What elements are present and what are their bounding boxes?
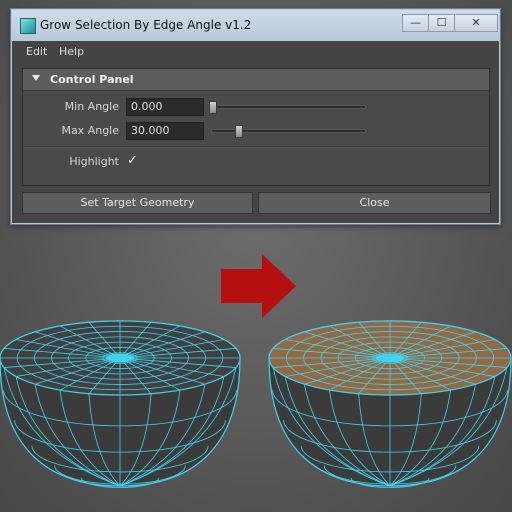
menu-edit[interactable]: Edit bbox=[26, 45, 47, 58]
highlight-checkbox[interactable]: ✓ bbox=[127, 154, 141, 168]
window-client-area: Edit Help Control Panel Min Angle 0.000 … bbox=[18, 41, 493, 217]
set-target-geometry-button[interactable]: Set Target Geometry bbox=[22, 192, 253, 214]
control-panel-header[interactable]: Control Panel bbox=[23, 69, 489, 91]
menu-bar: Edit Help bbox=[18, 41, 493, 63]
control-panel-title: Control Panel bbox=[50, 73, 134, 86]
close-button[interactable]: Close bbox=[258, 192, 491, 214]
max-angle-label: Max Angle bbox=[61, 124, 119, 137]
maya-app-icon bbox=[20, 18, 36, 34]
max-angle-field[interactable]: 30.000 bbox=[126, 122, 204, 140]
tool-window: Grow Selection By Edge Angle v1.2 — ☐ ✕ … bbox=[11, 9, 500, 224]
window-title: Grow Selection By Edge Angle v1.2 bbox=[40, 18, 252, 32]
min-angle-field[interactable]: 0.000 bbox=[126, 98, 204, 116]
arrow-right-icon bbox=[221, 254, 296, 318]
max-angle-slider-handle[interactable] bbox=[235, 125, 244, 138]
maximize-button[interactable]: ☐ bbox=[428, 14, 455, 32]
min-angle-label: Min Angle bbox=[64, 100, 119, 113]
collapse-triangle-icon[interactable] bbox=[32, 75, 40, 81]
minimize-button[interactable]: — bbox=[402, 14, 429, 32]
highlight-label: Highlight bbox=[69, 155, 119, 168]
control-panel-frame: Control Panel Min Angle 0.000 Max Angle … bbox=[22, 68, 490, 186]
title-bar[interactable]: Grow Selection By Edge Angle v1.2 — ☐ ✕ bbox=[12, 10, 499, 41]
min-angle-slider-handle[interactable] bbox=[209, 101, 217, 114]
hemisphere-mesh-after bbox=[268, 320, 512, 488]
min-angle-slider[interactable] bbox=[211, 105, 366, 109]
menu-help[interactable]: Help bbox=[59, 45, 84, 58]
hemisphere-mesh-before bbox=[0, 320, 241, 488]
max-angle-slider[interactable] bbox=[211, 129, 366, 133]
close-window-button[interactable]: ✕ bbox=[454, 14, 498, 32]
divider bbox=[24, 147, 488, 148]
